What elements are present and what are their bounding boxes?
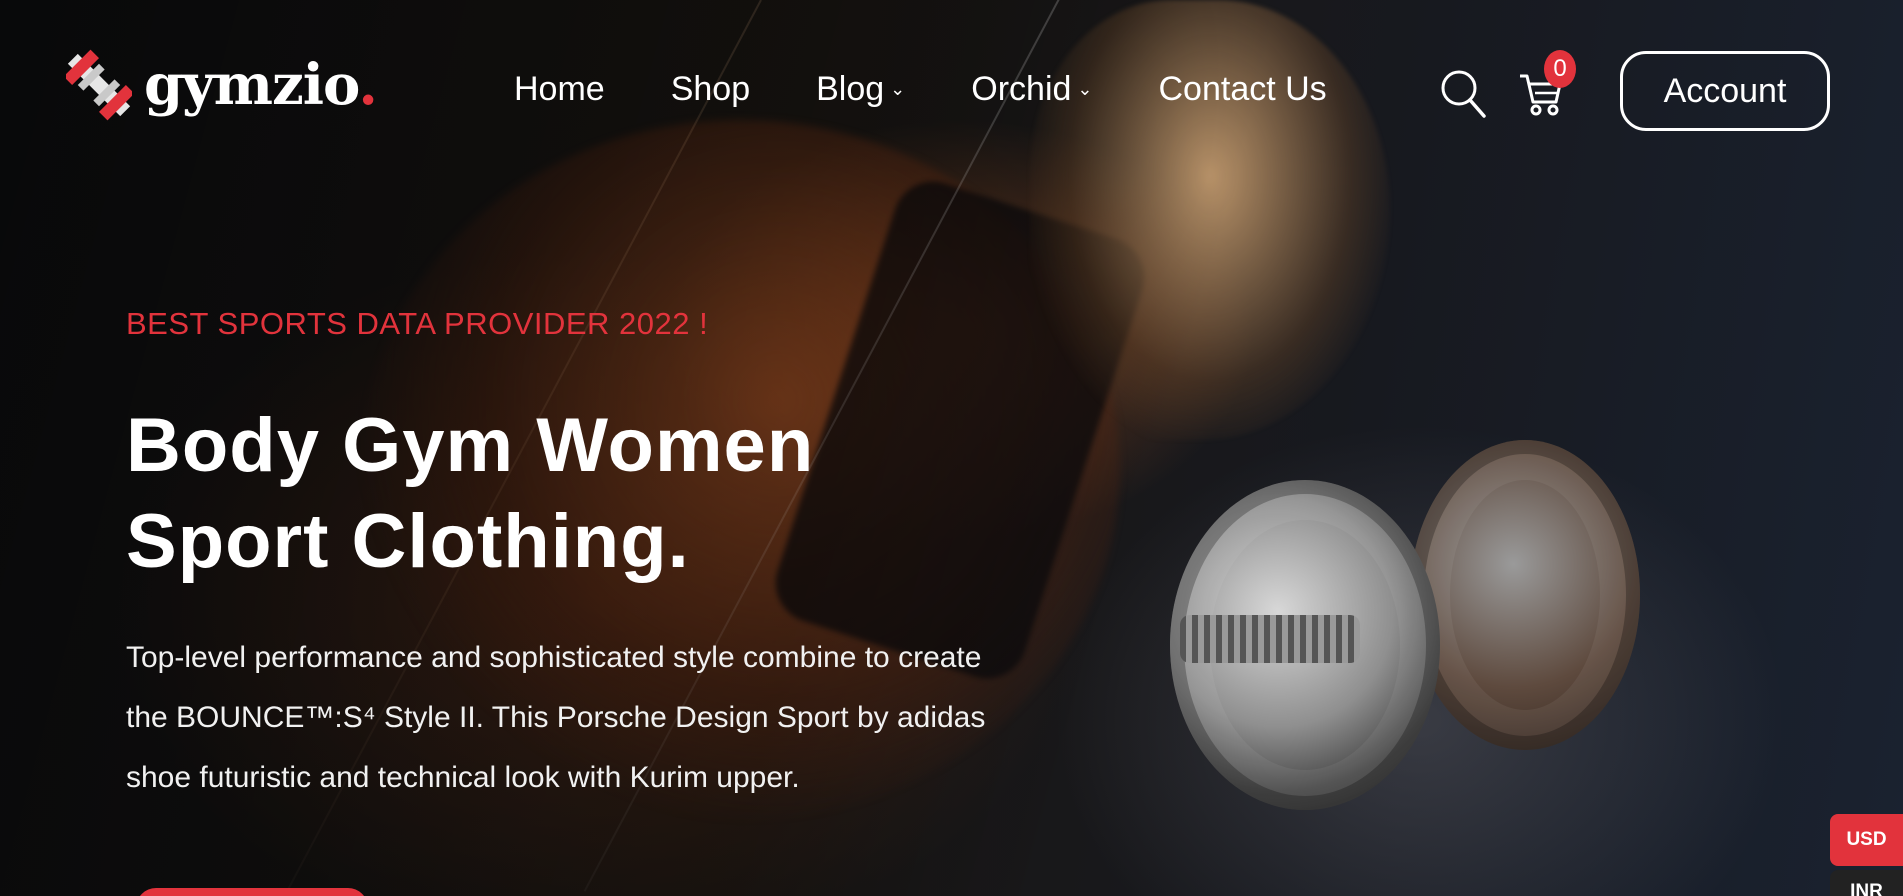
logo-wordmark: gymzio. [144, 52, 378, 118]
hero-cta-button[interactable] [136, 888, 368, 896]
cart-count-badge: 0 [1544, 50, 1576, 88]
chevron-down-icon: ⌄ [890, 79, 906, 99]
site-header: gymzio. Home Shop Blog ⌄ Orchid ⌄ Contact … [0, 0, 1903, 180]
main-nav: Home Shop Blog ⌄ Orchid ⌄ Contact Us [514, 70, 1327, 109]
hero-eyebrow: BEST SPORTS DATA PROVIDER 2022 ! [126, 306, 709, 341]
dumbbell-logo-icon [63, 42, 135, 128]
nav-item-shop[interactable]: Shop [671, 70, 750, 109]
hero-section: gymzio. Home Shop Blog ⌄ Orchid ⌄ Contact … [0, 0, 1903, 896]
search-icon[interactable] [1440, 66, 1486, 120]
currency-inr-button[interactable]: INR [1830, 870, 1903, 896]
nav-item-home[interactable]: Home [514, 70, 605, 109]
hero-description: Top-level performance and sophisticated … [126, 641, 986, 794]
currency-switcher: USD INR [1830, 814, 1903, 896]
nav-item-contact-us[interactable]: Contact Us [1159, 70, 1327, 109]
dumbbell-plate-front [1170, 480, 1440, 810]
dumbbell-image [1170, 440, 1640, 890]
dumbbell-plate-back [1410, 440, 1640, 750]
nav-item-orchid[interactable]: Orchid ⌄ [971, 70, 1092, 109]
nav-item-blog[interactable]: Blog ⌄ [816, 70, 905, 109]
dumbbell-bar [1180, 615, 1360, 663]
account-button[interactable]: Account [1620, 51, 1830, 131]
chevron-down-icon: ⌄ [1077, 79, 1093, 99]
currency-usd-button[interactable]: USD [1830, 814, 1903, 866]
site-logo[interactable]: gymzio. [63, 42, 378, 128]
hero-headline: Body Gym Women Sport Clothing. [126, 403, 815, 584]
